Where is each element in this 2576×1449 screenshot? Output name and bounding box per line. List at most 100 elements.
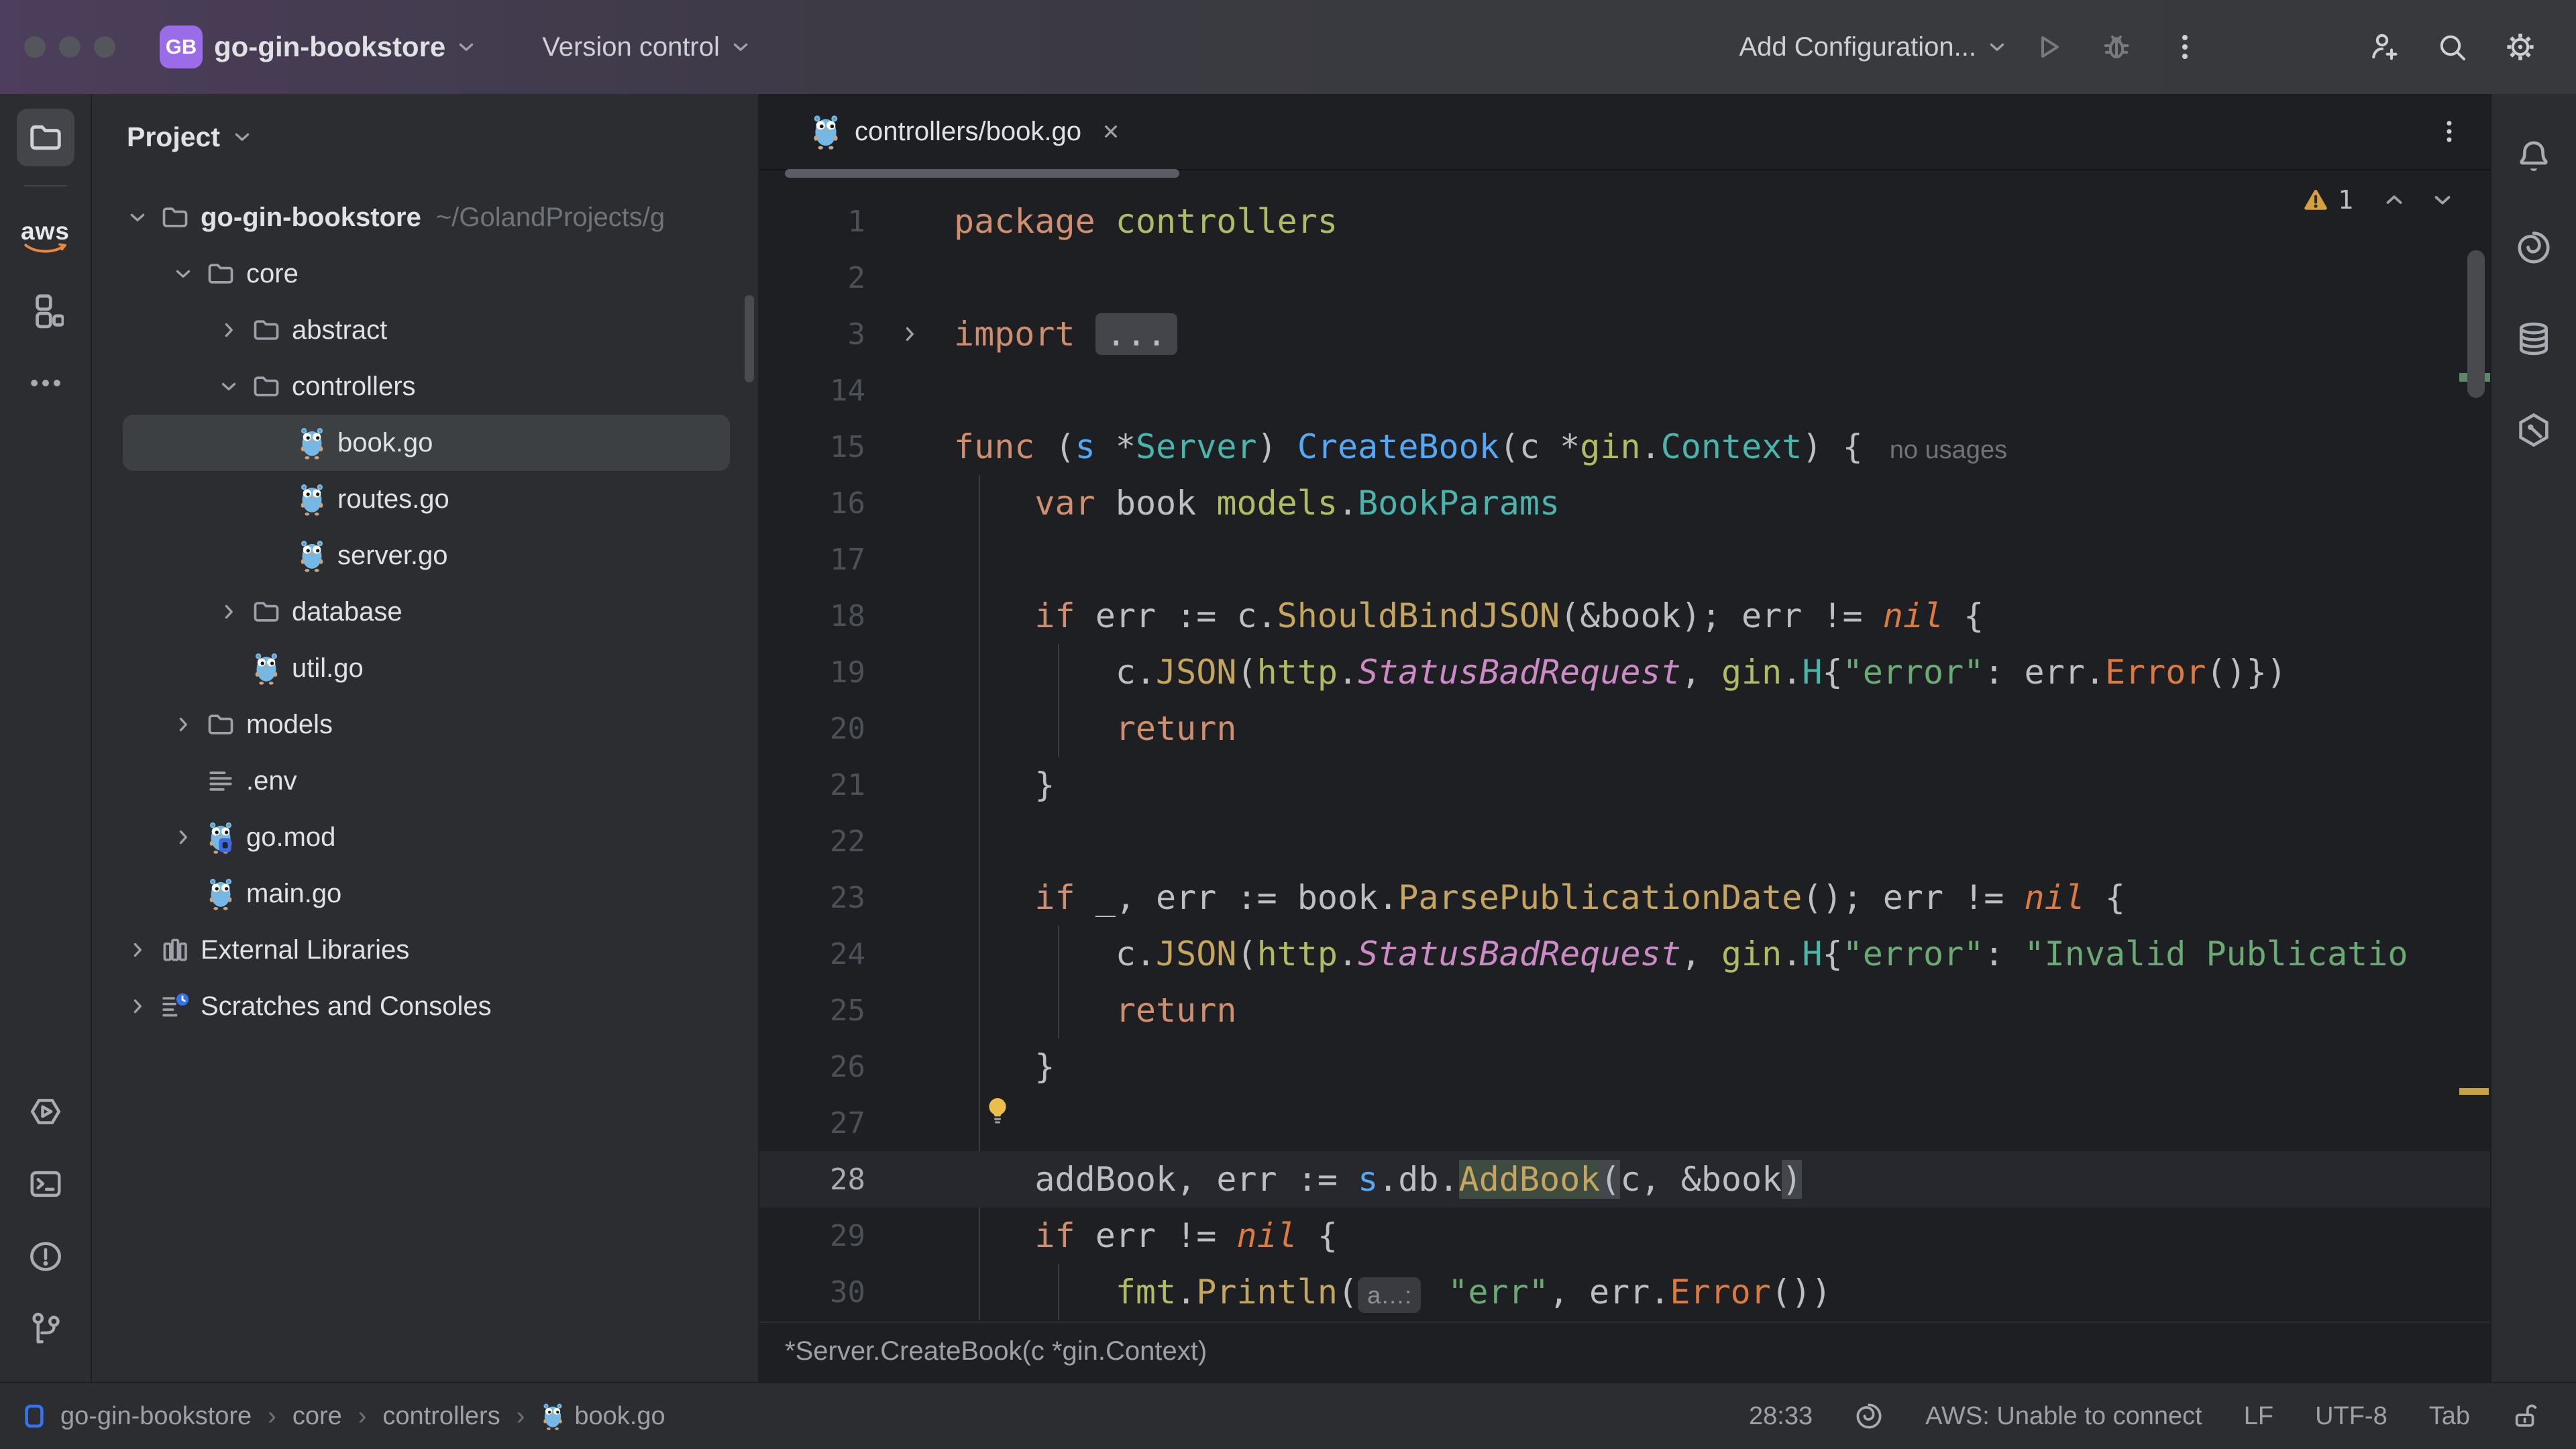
project-badge[interactable]: GB [160,25,203,68]
structure-tool-button[interactable] [17,282,74,339]
close-window-button[interactable] [24,36,46,58]
version-control-menu[interactable]: Version control [542,32,720,62]
more-tool-windows-button[interactable] [17,354,74,412]
lock-icon[interactable] [2512,1401,2541,1431]
folded-import-block[interactable]: ... [1095,313,1178,355]
more-actions-button[interactable] [2165,28,2204,66]
terminal-tool-button[interactable] [17,1155,74,1213]
aws-tool-button[interactable]: aws [17,209,74,267]
tree-item-database[interactable]: database [92,584,730,640]
tree-item-core[interactable]: core [92,246,730,302]
project-tool-button[interactable] [16,109,74,166]
tree-item-go.mod[interactable]: go.mod [92,809,730,865]
code-line-26[interactable]: 26 } [759,1038,2490,1095]
code-line-14[interactable]: 14 [759,362,2490,419]
code-line-1[interactable]: 1 package controllers [759,193,2490,250]
code-line-18[interactable]: 18 if err := c.ShouldBindJSON(&book); er… [759,588,2490,644]
debug-button[interactable] [2097,28,2136,66]
indent-style[interactable]: Tab [2429,1402,2470,1431]
settings-button[interactable] [2501,28,2540,66]
window-controls[interactable] [24,36,115,58]
previous-problem-icon[interactable] [2381,187,2407,213]
tree-item-routes.go[interactable]: routes.go [92,471,730,527]
code-line-24[interactable]: 24 c.JSON(http.StatusBadRequest, gin.H{"… [759,926,2490,982]
tree-item-abstract[interactable]: abstract [92,302,730,358]
git-tool-button[interactable] [17,1300,74,1358]
project-scrollbar[interactable] [745,295,754,382]
intention-bulb-icon[interactable] [982,1095,1013,1126]
tree-item-external-libraries[interactable]: External Libraries [92,922,730,978]
tab-book-go[interactable]: controllers/book.go [785,94,1147,169]
chevron-down-icon[interactable] [168,262,198,285]
gopher-icon [250,651,282,685]
tree-item-util.go[interactable]: util.go [92,640,730,696]
services-tool-button[interactable] [17,1083,74,1140]
project-panel-title[interactable]: Project [127,121,220,153]
status-crumb-controllers[interactable]: controllers [382,1402,500,1431]
status-crumb-core[interactable]: core [292,1402,342,1431]
chevron-right-icon[interactable] [168,713,198,736]
tree-item-models[interactable]: models [92,696,730,753]
tree-item-.env[interactable]: .env [92,753,730,809]
code-line-21[interactable]: 21 } [759,757,2490,813]
line-separator[interactable]: LF [2244,1402,2273,1431]
ai-assistant-button[interactable] [2505,219,2563,276]
chevron-down-icon[interactable] [123,206,152,229]
code-line-15[interactable]: 15 func (s *Server) CreateBook(c *gin.Co… [759,419,2490,475]
chevron-down-icon[interactable] [214,375,244,398]
code-line-27[interactable]: 27 [759,1095,2490,1151]
code-line-3[interactable]: 3 import ... [759,306,2490,362]
search-everywhere-button[interactable] [2432,28,2471,66]
status-crumb-book.go[interactable]: book.go [574,1402,665,1431]
code-with-me-button[interactable] [2364,28,2403,66]
chevron-right-icon[interactable] [214,600,244,623]
code-line-25[interactable]: 25 return [759,982,2490,1038]
bell-icon [2515,138,2553,175]
code-line-28[interactable]: 28 addBook, err := s.db.AddBook(c, &book… [759,1151,2490,1208]
chevron-right-icon[interactable] [123,995,152,1018]
tree-item-book.go[interactable]: book.go [123,415,730,471]
code-line-23[interactable]: 23 if _, err := book.ParsePublicationDat… [759,869,2490,926]
tree-item-scratches-and-consoles[interactable]: Scratches and Consoles [92,978,730,1034]
hexagon-line-icon [2515,411,2553,449]
tree-item-server.go[interactable]: server.go [92,527,730,584]
close-icon[interactable] [1100,121,1122,142]
next-problem-icon[interactable] [2430,187,2455,213]
file-encoding[interactable]: UTF-8 [2315,1402,2387,1431]
database-button[interactable] [2505,310,2563,368]
tree-item-main.go[interactable]: main.go [92,865,730,922]
fold-chevron-icon[interactable] [898,323,921,345]
minimize-window-button[interactable] [59,36,80,58]
status-crumb-go-gin-bookstore[interactable]: go-gin-bookstore [60,1402,252,1431]
code-line-29[interactable]: 29 if err != nil { [759,1208,2490,1264]
run-button[interactable] [2029,28,2068,66]
problems-tool-button[interactable] [17,1228,74,1285]
codewhisperer-button[interactable] [2505,401,2563,459]
project-switcher[interactable]: go-gin-bookstore [214,31,445,63]
ai-assistant-status-icon[interactable] [1854,1401,1884,1431]
editor-scrollbar[interactable] [2467,250,2485,398]
code-line-16[interactable]: 16 var book models.BookParams [759,475,2490,531]
tree-item-go-gin-bookstore[interactable]: go-gin-bookstore ~/GolandProjects/g [92,189,730,246]
code-line-30[interactable]: 30 fmt.Println(a…: "err", err.Error()) [759,1264,2490,1320]
usages-inlay-hint[interactable]: no usages [1890,436,2007,464]
inspection-widget[interactable]: 1 [2302,185,2455,215]
code-line-19[interactable]: 19 c.JSON(http.StatusBadRequest, gin.H{"… [759,644,2490,700]
run-configuration-selector[interactable]: Add Configuration... [1739,32,1976,62]
notifications-button[interactable] [2505,127,2563,185]
chevron-right-icon[interactable] [214,319,244,341]
chevron-right-icon[interactable] [123,938,152,961]
code-line-22[interactable]: 22 [759,813,2490,869]
chevron-down-icon [729,36,752,58]
code-line-2[interactable]: 2 [759,250,2490,306]
tree-item-controllers[interactable]: controllers [92,358,730,415]
caret-position[interactable]: 28:33 [1749,1402,1813,1431]
maximize-window-button[interactable] [94,36,115,58]
chevron-right-icon[interactable] [168,826,198,849]
code-line-17[interactable]: 17 [759,531,2490,588]
code-line-20[interactable]: 20 return [759,700,2490,757]
gopher-icon [296,426,328,460]
code-editor[interactable]: 1 package controllers 2 3 import ... 14 … [759,170,2490,1322]
tab-options-icon[interactable] [2435,117,2463,146]
aws-connection-status[interactable]: AWS: Unable to connect [1925,1402,2202,1431]
